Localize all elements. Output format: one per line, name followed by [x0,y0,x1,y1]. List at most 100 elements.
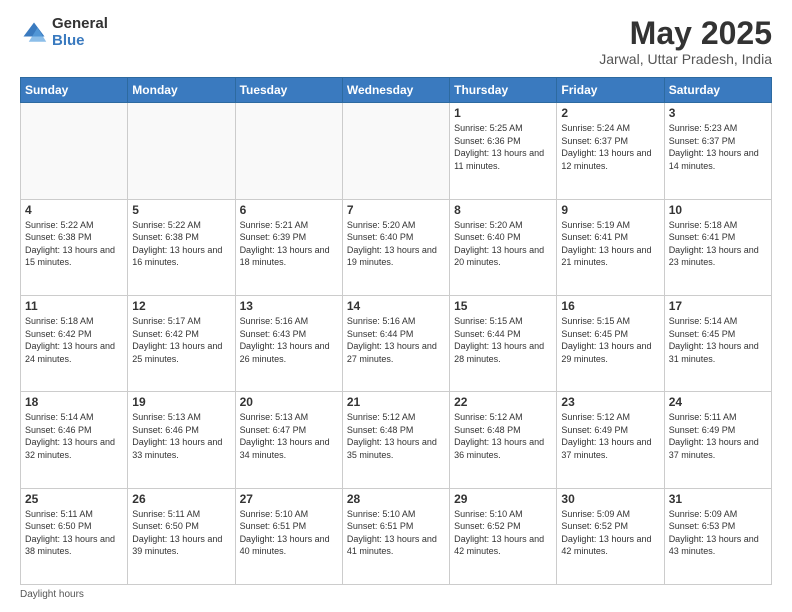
month-title: May 2025 [599,16,772,51]
cell-1-6: 10 Sunrise: 5:18 AMSunset: 6:41 PMDayligh… [664,199,771,295]
cell-info: Sunrise: 5:17 AMSunset: 6:42 PMDaylight:… [132,315,230,365]
day-number: 13 [240,299,338,313]
week-row-5: 25Sunrise: 5:11 AMSunset: 6:50 PMDayligh… [21,488,772,584]
day-number: 29 [454,492,552,506]
cell-0-2 [235,103,342,199]
cell-info: Sunrise: 5:14 AMSunset: 6:46 PMDaylight:… [25,411,123,461]
day-number: 19 [132,395,230,409]
cell-1-0: 4 Sunrise: 5:22 AMSunset: 6:38 PMDaylight… [21,199,128,295]
header-sunday: Sunday [21,78,128,103]
cell-info: Sunrise: 5:16 AMSunset: 6:43 PMDaylight:… [240,315,338,365]
cell-info: Sunrise: 5:22 AMSunset: 6:38 PMDaylight:… [25,219,123,269]
cell-info: Sunrise: 5:22 AMSunset: 6:38 PMDaylight:… [132,219,230,269]
cell-3-4: 22 Sunrise: 5:12 AMSunset: 6:48 PMDayligh… [450,392,557,488]
day-number: 8 [454,203,552,217]
cell-2-3: 14 Sunrise: 5:16 AMSunset: 6:44 PMDayligh… [342,295,449,391]
cell-3-2: 20 Sunrise: 5:13 AMSunset: 6:47 PMDayligh… [235,392,342,488]
header-monday: Monday [128,78,235,103]
day-number: 20 [240,395,338,409]
cell-info: Sunrise: 5:10 AMSunset: 6:52 PMDaylight:… [454,508,552,558]
day-number: 3 [669,106,767,120]
cell-4-1: 26 Sunrise: 5:11 AMSunset: 6:50 PMDayligh… [128,488,235,584]
day-number: 12 [132,299,230,313]
cell-info: Sunrise: 5:15 AMSunset: 6:44 PMDaylight:… [454,315,552,365]
day-number: 2 [561,106,659,120]
cell-2-6: 17Sunrise: 5:14 AMSunset: 6:45 PMDayligh… [664,295,771,391]
header-saturday: Saturday [664,78,771,103]
cell-0-6: 3 Sunrise: 5:23 AMSunset: 6:37 PMDaylight… [664,103,771,199]
day-number: 7 [347,203,445,217]
day-number: 21 [347,395,445,409]
cell-info: Sunrise: 5:13 AMSunset: 6:46 PMDaylight:… [132,411,230,461]
day-number: 30 [561,492,659,506]
logo-text: General Blue [52,16,108,49]
cell-1-2: 6 Sunrise: 5:21 AMSunset: 6:39 PMDaylight… [235,199,342,295]
cell-1-1: 5Sunrise: 5:22 AMSunset: 6:38 PMDaylight… [128,199,235,295]
cell-info: Sunrise: 5:11 AMSunset: 6:50 PMDaylight:… [132,508,230,558]
cell-info: Sunrise: 5:12 AMSunset: 6:48 PMDaylight:… [454,411,552,461]
cell-info: Sunrise: 5:20 AMSunset: 6:40 PMDaylight:… [347,219,445,269]
day-number: 4 [25,203,123,217]
cell-0-5: 2 Sunrise: 5:24 AMSunset: 6:37 PMDaylight… [557,103,664,199]
page: General Blue May 2025 Jarwal, Uttar Prad… [0,0,792,612]
cell-info: Sunrise: 5:25 AMSunset: 6:36 PMDaylight:… [454,122,552,172]
calendar-table: SundayMondayTuesdayWednesdayThursdayFrid… [20,77,772,585]
cell-info: Sunrise: 5:18 AMSunset: 6:42 PMDaylight:… [25,315,123,365]
location: Jarwal, Uttar Pradesh, India [599,51,772,67]
week-row-2: 4 Sunrise: 5:22 AMSunset: 6:38 PMDaylight… [21,199,772,295]
cell-info: Sunrise: 5:21 AMSunset: 6:39 PMDaylight:… [240,219,338,269]
day-number: 1 [454,106,552,120]
cell-3-0: 18 Sunrise: 5:14 AMSunset: 6:46 PMDayligh… [21,392,128,488]
header-wednesday: Wednesday [342,78,449,103]
cell-info: Sunrise: 5:11 AMSunset: 6:49 PMDaylight:… [669,411,767,461]
cell-info: Sunrise: 5:10 AMSunset: 6:51 PMDaylight:… [240,508,338,558]
day-number: 10 [669,203,767,217]
day-number: 18 [25,395,123,409]
day-number: 17 [669,299,767,313]
cell-info: Sunrise: 5:13 AMSunset: 6:47 PMDaylight:… [240,411,338,461]
cell-info: Sunrise: 5:12 AMSunset: 6:49 PMDaylight:… [561,411,659,461]
cell-4-0: 25Sunrise: 5:11 AMSunset: 6:50 PMDayligh… [21,488,128,584]
cell-2-0: 11 Sunrise: 5:18 AMSunset: 6:42 PMDayligh… [21,295,128,391]
cell-3-6: 24 Sunrise: 5:11 AMSunset: 6:49 PMDayligh… [664,392,771,488]
week-row-1: 1 Sunrise: 5:25 AMSunset: 6:36 PMDaylight… [21,103,772,199]
day-number: 27 [240,492,338,506]
cell-1-4: 8 Sunrise: 5:20 AMSunset: 6:40 PMDaylight… [450,199,557,295]
logo: General Blue [20,16,108,49]
day-number: 6 [240,203,338,217]
cell-0-4: 1 Sunrise: 5:25 AMSunset: 6:36 PMDaylight… [450,103,557,199]
week-row-4: 18 Sunrise: 5:14 AMSunset: 6:46 PMDayligh… [21,392,772,488]
day-number: 11 [25,299,123,313]
cell-4-2: 27 Sunrise: 5:10 AMSunset: 6:51 PMDayligh… [235,488,342,584]
title-block: May 2025 Jarwal, Uttar Pradesh, India [599,16,772,67]
header-tuesday: Tuesday [235,78,342,103]
cell-2-5: 16Sunrise: 5:15 AMSunset: 6:45 PMDayligh… [557,295,664,391]
logo-icon [20,19,48,47]
cell-info: Sunrise: 5:18 AMSunset: 6:41 PMDaylight:… [669,219,767,269]
calendar-header-row: SundayMondayTuesdayWednesdayThursdayFrid… [21,78,772,103]
day-number: 22 [454,395,552,409]
cell-info: Sunrise: 5:24 AMSunset: 6:37 PMDaylight:… [561,122,659,172]
cell-2-4: 15Sunrise: 5:15 AMSunset: 6:44 PMDayligh… [450,295,557,391]
cell-info: Sunrise: 5:09 AMSunset: 6:52 PMDaylight:… [561,508,659,558]
day-number: 14 [347,299,445,313]
cell-info: Sunrise: 5:16 AMSunset: 6:44 PMDaylight:… [347,315,445,365]
cell-info: Sunrise: 5:11 AMSunset: 6:50 PMDaylight:… [25,508,123,558]
cell-info: Sunrise: 5:23 AMSunset: 6:37 PMDaylight:… [669,122,767,172]
header-thursday: Thursday [450,78,557,103]
week-row-3: 11 Sunrise: 5:18 AMSunset: 6:42 PMDayligh… [21,295,772,391]
cell-info: Sunrise: 5:20 AMSunset: 6:40 PMDaylight:… [454,219,552,269]
cell-info: Sunrise: 5:19 AMSunset: 6:41 PMDaylight:… [561,219,659,269]
day-number: 23 [561,395,659,409]
day-number: 28 [347,492,445,506]
cell-3-5: 23 Sunrise: 5:12 AMSunset: 6:49 PMDayligh… [557,392,664,488]
cell-4-5: 30 Sunrise: 5:09 AMSunset: 6:52 PMDayligh… [557,488,664,584]
day-number: 26 [132,492,230,506]
cell-0-0 [21,103,128,199]
cell-1-3: 7 Sunrise: 5:20 AMSunset: 6:40 PMDaylight… [342,199,449,295]
day-number: 24 [669,395,767,409]
header: General Blue May 2025 Jarwal, Uttar Prad… [20,16,772,67]
day-number: 31 [669,492,767,506]
cell-4-4: 29 Sunrise: 5:10 AMSunset: 6:52 PMDayligh… [450,488,557,584]
cell-4-6: 31Sunrise: 5:09 AMSunset: 6:53 PMDayligh… [664,488,771,584]
